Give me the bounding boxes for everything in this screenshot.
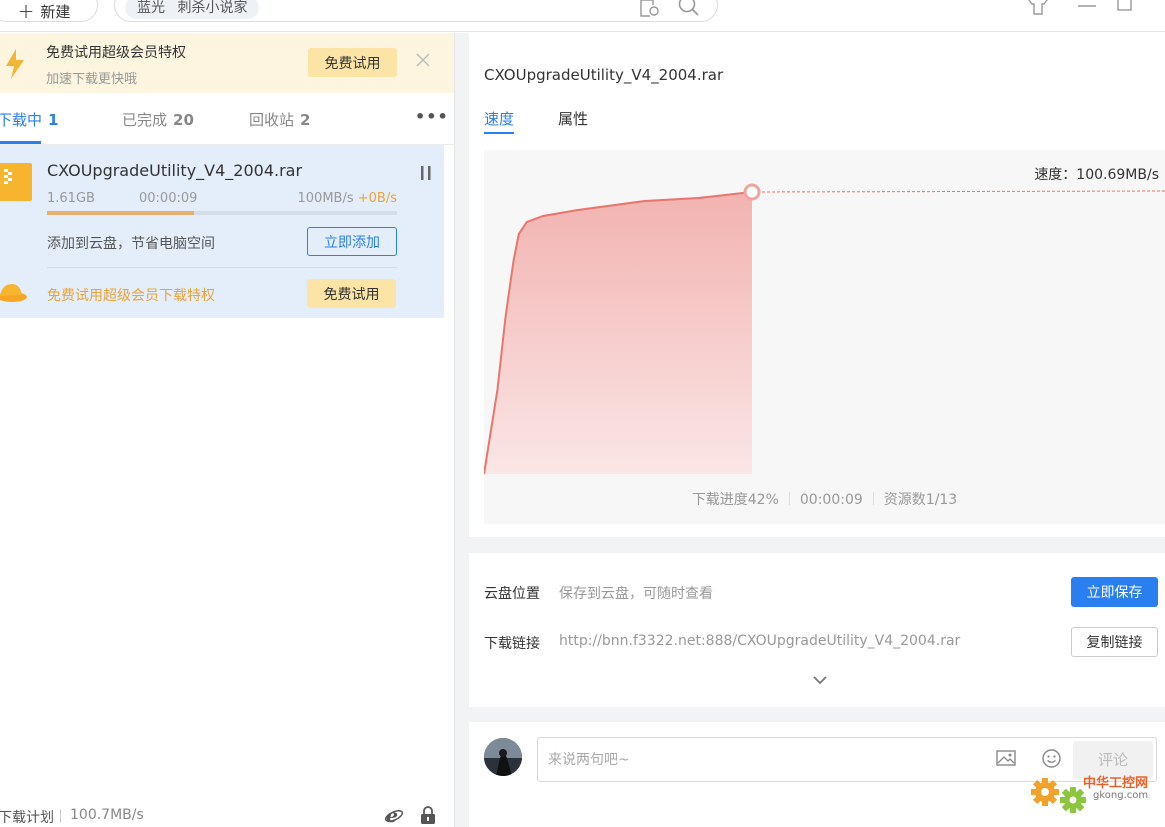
copy-link-button[interactable]: 复制链接 [1071,627,1158,657]
vip-promo-banner: 免费试用超级会员特权 加速下载更快哦 免费试用 [0,33,454,93]
file-info-card: 云盘位置 保存到云盘，可随时查看 立即保存 下载链接 http://bnn.f3… [469,553,1165,707]
progress-fill [47,211,194,215]
active-tab-underline [484,132,514,134]
status-bar: 下载计划 100.7MB/s e [0,805,454,827]
maximize-icon[interactable] [1116,0,1134,14]
minimize-icon[interactable] [1077,0,1097,12]
new-task-label: 新建 [40,2,71,21]
tab-count: 1 [48,111,59,129]
skin-icon[interactable] [1026,0,1050,16]
boost-speed: +0B/s [357,191,397,206]
tab-label: 回收站 [249,111,295,129]
avatar-image [484,738,522,776]
lightning-icon [6,49,24,79]
top-toolbar: + 新建 蓝光 刺杀小说家 [0,0,1165,32]
tab-label: 已完成 [122,111,168,129]
tab-label: 下载中 [0,111,43,129]
watermark-text: 中华工控网 [1083,776,1149,791]
tab-downloading[interactable]: 下载中 1 [0,109,58,130]
cloud-hint: 添加到云盘，节省电脑空间 [47,236,215,252]
speed-chart: 速度：100.69MB/s 下载进度42% 00:00:09 资源数1/13 [484,150,1165,524]
elapsed-stat: 00:00:09 [799,492,863,508]
search-tag[interactable]: 蓝光 刺杀小说家 [125,0,260,19]
progress-stat: 下载进度42% [691,492,779,508]
watermark-logo: 中华工控网 gkong.com [1027,770,1157,820]
divider [788,492,790,505]
vip-trial-text: 免费试用超级会员下载特权 [47,288,215,304]
pause-icon[interactable] [420,165,432,181]
close-icon[interactable] [416,53,430,67]
document-search-icon[interactable] [639,0,661,17]
cloud-location-label: 云盘位置 [484,586,540,602]
total-speed: 100.7MB/s [70,807,144,823]
add-to-cloud-button[interactable]: 立即添加 [307,227,397,256]
current-speed-point [743,183,761,201]
more-options-button[interactable]: ••• [415,107,449,126]
cloud-location-value: 保存到云盘，可随时查看 [559,586,713,602]
divider [47,267,397,268]
chevron-down-icon[interactable] [813,675,827,685]
detail-panel: CXOUpgradeUtility_V4_2004.rar 速度 属性 速度：1… [455,33,1165,827]
promo-trial-button[interactable]: 免费试用 [308,48,397,77]
sources-stat: 资源数1/13 [883,492,958,508]
plus-icon: + [17,0,35,23]
download-tabs: 下载中 1 已完成 20 回收站 2 ••• [0,93,454,145]
archive-file-icon [0,163,32,201]
search-box[interactable]: 蓝光 刺杀小说家 [114,0,718,22]
current-speed-label: 速度：100.69MB/s [1034,167,1159,183]
file-name: CXOUpgradeUtility_V4_2004.rar [47,161,303,180]
divider [872,492,874,505]
promo-subtitle: 加速下载更快哦 [46,72,138,87]
download-plan-link[interactable]: 下载计划 [0,807,54,827]
save-now-button[interactable]: 立即保存 [1071,577,1158,607]
tab-recycle-bin[interactable]: 回收站 2 [249,109,310,130]
speed-value: 100MB/s [297,191,354,206]
tab-properties[interactable]: 属性 [558,108,588,129]
file-size: 1.61GB [47,191,95,206]
download-speed: 100MB/s +0B/s [270,191,398,206]
watermark-url: gkong.com [1093,790,1149,801]
image-icon[interactable] [996,750,1016,766]
tab-completed[interactable]: 已完成 20 [122,109,194,130]
lock-icon[interactable] [420,805,436,825]
download-link-value[interactable]: http://bnn.f3322.net:888/CXOUpgradeUtili… [559,633,960,649]
new-task-button[interactable]: + 新建 [0,0,98,22]
avatar [484,738,522,776]
speed-chart-svg [484,183,1165,475]
current-speed-guide [751,190,1165,193]
emoji-icon[interactable] [1042,749,1061,768]
download-list-item[interactable]: CXOUpgradeUtility_V4_2004.rar 1.61GB 00:… [0,145,444,318]
tab-count: 20 [173,111,194,129]
vip-hat-icon [0,284,27,302]
active-tab-underline [0,141,41,144]
divider [60,809,61,823]
tab-speed[interactable]: 速度 [484,108,514,129]
gear-icon [1031,778,1086,813]
vip-trial-button[interactable]: 免费试用 [307,279,396,308]
elapsed-time: 00:00:09 [139,191,198,206]
chart-stats: 下载进度42% 00:00:09 资源数1/13 [484,489,1165,509]
download-link-label: 下载链接 [484,636,540,652]
progress-bar [47,211,397,215]
search-icon[interactable] [678,0,700,17]
speed-area [484,192,752,474]
download-list-panel: 免费试用超级会员特权 加速下载更快哦 免费试用 下载中 1 已完成 20 回收站 2 … [0,33,455,827]
browser-icon[interactable]: e [384,805,404,825]
speed-card: CXOUpgradeUtility_V4_2004.rar 速度 属性 速度：1… [469,33,1165,537]
tab-count: 2 [300,111,311,129]
detail-file-name: CXOUpgradeUtility_V4_2004.rar [484,66,724,84]
promo-title: 免费试用超级会员特权 [46,45,186,61]
